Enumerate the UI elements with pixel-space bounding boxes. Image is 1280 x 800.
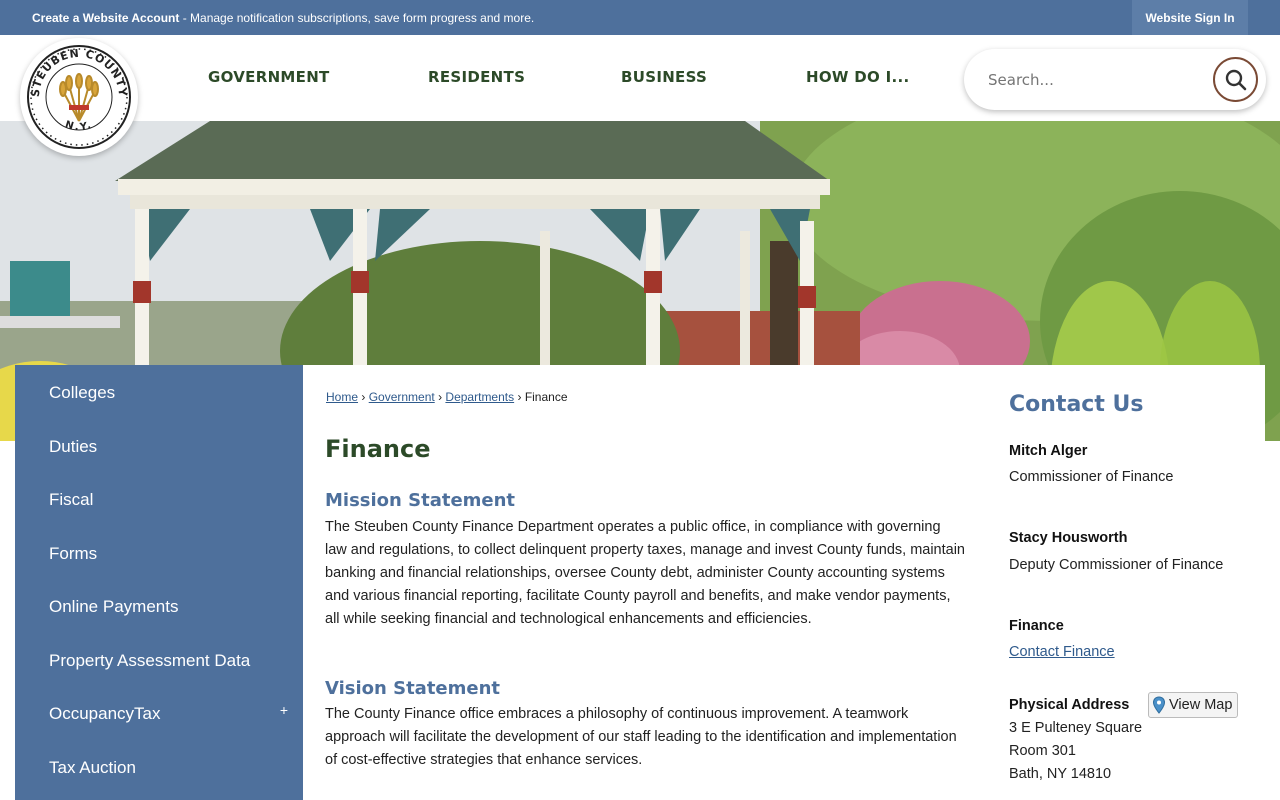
nav-business[interactable]: BUSINESS xyxy=(621,68,707,86)
main-content: Home › Government › Departments › Financ… xyxy=(303,365,1265,800)
sidebar-item-online-payments[interactable]: Online Payments xyxy=(49,597,178,617)
create-account-label[interactable]: Create a Website Account xyxy=(32,11,179,25)
search-icon xyxy=(1225,69,1246,90)
sidebar-item-occupancy-tax[interactable]: OccupancyTax xyxy=(49,704,161,724)
sidebar-item-fiscal[interactable]: Fiscal xyxy=(49,490,93,510)
breadcrumb-home[interactable]: Home xyxy=(326,390,358,404)
nav-how-do-i[interactable]: HOW DO I... xyxy=(806,68,909,86)
mission-statement-text: The Steuben County Finance Department op… xyxy=(325,519,965,627)
breadcrumb: Home › Government › Departments › Financ… xyxy=(326,390,568,404)
contact-person-role: Commissioner of Finance xyxy=(1009,469,1174,485)
view-map-button[interactable]: View Map xyxy=(1148,692,1238,718)
department-sidebar-nav: Colleges Duties Fiscal Forms Online Paym… xyxy=(15,365,303,800)
contact-finance-link[interactable]: Contact Finance xyxy=(1009,644,1115,660)
breadcrumb-current: Finance xyxy=(524,390,568,404)
nav-residents[interactable]: RESIDENTS xyxy=(428,68,525,86)
physical-address-label: Physical Address xyxy=(1009,697,1130,713)
nav-government[interactable]: GOVERNMENT xyxy=(208,68,330,86)
county-seal-icon: STEUBEN COUNTY N.Y. xyxy=(27,45,131,149)
sidebar-item-duties[interactable]: Duties xyxy=(49,437,97,457)
website-sign-in-button[interactable]: Website Sign In xyxy=(1132,0,1248,35)
sidebar-item-forms[interactable]: Forms xyxy=(49,544,97,564)
view-map-label: View Map xyxy=(1169,697,1233,713)
map-pin-icon xyxy=(1152,696,1166,714)
breadcrumb-separator: › xyxy=(517,390,522,404)
address-line: Bath, NY 14810 xyxy=(1009,766,1112,782)
sidebar-item-property-assessment-data[interactable]: Property Assessment Data xyxy=(49,651,250,671)
search-button[interactable] xyxy=(1213,57,1258,102)
search-input[interactable] xyxy=(988,67,1188,93)
contact-person-name: Stacy Housworth xyxy=(1009,530,1128,546)
vision-statement-heading: Vision Statement xyxy=(325,678,501,699)
breadcrumb-separator: › xyxy=(438,390,443,404)
county-seal-logo[interactable]: STEUBEN COUNTY N.Y. xyxy=(20,38,138,156)
page-title: Finance xyxy=(325,435,431,463)
breadcrumb-departments[interactable]: Departments xyxy=(445,390,514,404)
create-account-link[interactable]: Create a Website Account - Manage notifi… xyxy=(32,11,534,25)
contact-person-role: Deputy Commissioner of Finance xyxy=(1009,557,1224,573)
top-utility-bar: Create a Website Account - Manage notifi… xyxy=(0,0,1280,35)
sidebar-item-colleges[interactable]: Colleges xyxy=(49,383,115,403)
department-name: Finance xyxy=(1009,618,1064,634)
sidebar-item-tax-auction[interactable]: Tax Auction xyxy=(49,758,136,778)
contact-us-heading: Contact Us xyxy=(1009,392,1144,417)
create-account-description: - Manage notification subscriptions, sav… xyxy=(179,11,535,25)
search-box xyxy=(964,49,1266,110)
breadcrumb-separator: › xyxy=(361,390,366,404)
breadcrumb-government[interactable]: Government xyxy=(369,390,435,404)
expand-occupancy-tax-button[interactable]: + xyxy=(280,702,288,718)
main-navigation: GOVERNMENT RESIDENTS BUSINESS HOW DO I..… xyxy=(0,35,960,121)
vision-statement-text: The County Finance office embraces a phi… xyxy=(325,706,957,768)
mission-statement-heading: Mission Statement xyxy=(325,490,516,511)
address-line: 3 E Pulteney Square xyxy=(1009,720,1143,736)
contact-person-name: Mitch Alger xyxy=(1009,443,1088,459)
address-line: Room 301 xyxy=(1009,743,1076,759)
